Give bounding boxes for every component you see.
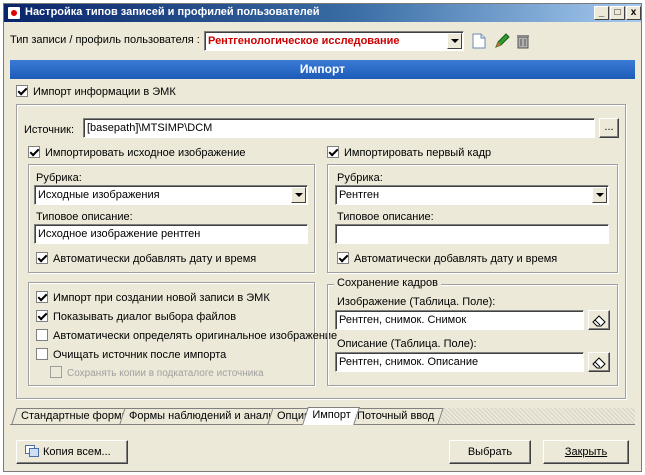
tab-stream-input[interactable]: Поточный ввод bbox=[347, 408, 444, 424]
right-auto-datetime-checkbox[interactable]: Автоматически добавлять дату и время bbox=[337, 252, 557, 265]
import-to-emk-checkbox[interactable]: Импорт информации в ЭМК bbox=[16, 85, 176, 98]
edit-pencil-icon[interactable] bbox=[494, 33, 510, 49]
keep-copies-checkbox: Сохранять копии в подкаталоге источника bbox=[50, 366, 264, 379]
source-label: Источник: bbox=[24, 124, 75, 136]
right-category-combo[interactable]: Рентген bbox=[335, 185, 609, 205]
checkbox-box bbox=[327, 146, 339, 158]
section-header-import: Импорт bbox=[10, 60, 635, 79]
tab-import[interactable]: Импорт bbox=[302, 407, 361, 425]
checkbox-box bbox=[16, 85, 28, 97]
checkbox-box bbox=[36, 310, 48, 322]
pick-image-field-button[interactable] bbox=[588, 310, 610, 330]
new-document-icon[interactable] bbox=[472, 33, 486, 49]
left-category-label: Рубрика: bbox=[36, 172, 82, 184]
description-field-input[interactable]: Рентген, снимок. Описание bbox=[335, 352, 584, 372]
pick-description-field-button[interactable] bbox=[588, 352, 610, 372]
left-description-input[interactable]: Исходное изображение рентген bbox=[34, 224, 308, 244]
source-path-input[interactable]: [basepath]\MTSIMP\DCM bbox=[83, 118, 595, 138]
eraser-icon bbox=[592, 357, 606, 369]
import-source-image-checkbox[interactable]: Импортировать исходное изображение bbox=[28, 146, 245, 159]
checkbox-box bbox=[36, 252, 48, 264]
record-type-value: Рентгенологическое исследование bbox=[208, 35, 400, 47]
right-description-label: Типовое описание: bbox=[337, 211, 434, 223]
close-window-button[interactable]: x bbox=[626, 6, 641, 20]
chevron-down-icon[interactable] bbox=[592, 187, 607, 203]
chevron-down-icon[interactable] bbox=[447, 33, 462, 49]
title-bar: Настройка типов записей и профилей польз… bbox=[4, 4, 641, 22]
eraser-icon bbox=[592, 315, 606, 327]
browse-button[interactable]: ... bbox=[599, 118, 619, 138]
show-file-dialog-checkbox[interactable]: Показывать диалог выбора файлов bbox=[36, 310, 236, 323]
checkbox-box bbox=[28, 146, 40, 158]
import-on-create-checkbox[interactable]: Импорт при создании новой записи в ЭМК bbox=[36, 291, 270, 304]
checkbox-box bbox=[50, 366, 62, 378]
window-title: Настройка типов записей и профилей польз… bbox=[25, 6, 320, 18]
record-type-label: Тип записи / профиль пользователя : bbox=[10, 34, 200, 46]
settings-window: Настройка типов записей и профилей польз… bbox=[3, 3, 642, 472]
checkbox-box bbox=[337, 252, 349, 264]
right-description-input[interactable] bbox=[335, 224, 609, 244]
left-category-value: Исходные изображения bbox=[38, 189, 160, 201]
description-field-label: Описание (Таблица. Поле): bbox=[337, 338, 477, 350]
select-button[interactable]: Выбрать bbox=[449, 440, 531, 464]
image-field-label: Изображение (Таблица. Поле): bbox=[337, 296, 496, 308]
chevron-down-icon[interactable] bbox=[291, 187, 306, 203]
right-category-label: Рубрика: bbox=[337, 172, 383, 184]
left-description-label: Типовое описание: bbox=[36, 211, 133, 223]
frames-group-title: Сохранение кадров bbox=[334, 277, 441, 289]
left-auto-datetime-checkbox[interactable]: Автоматически добавлять дату и время bbox=[36, 252, 256, 265]
tabs-filler bbox=[434, 408, 635, 424]
clear-source-checkbox[interactable]: Очищать источник после импорта bbox=[36, 348, 226, 361]
app-icon bbox=[7, 6, 21, 20]
checkbox-box bbox=[36, 348, 48, 360]
import-first-frame-checkbox[interactable]: Импортировать первый кадр bbox=[327, 146, 491, 159]
close-button[interactable]: Закрыть bbox=[543, 440, 629, 464]
left-category-combo[interactable]: Исходные изображения bbox=[34, 185, 308, 205]
checkbox-box bbox=[36, 291, 48, 303]
minimize-button[interactable]: _ bbox=[594, 6, 609, 20]
record-type-combo[interactable]: Рентгенологическое исследование bbox=[204, 31, 464, 51]
trash-icon[interactable] bbox=[516, 33, 530, 49]
right-category-value: Рентген bbox=[339, 189, 380, 201]
copy-icon bbox=[25, 445, 39, 457]
maximize-button[interactable]: □ bbox=[610, 6, 625, 20]
copy-to-all-button[interactable]: Копия всем... bbox=[16, 440, 128, 464]
checkbox-box bbox=[36, 329, 48, 341]
image-field-input[interactable]: Рентген, снимок. Снимок bbox=[335, 310, 584, 330]
auto-detect-original-checkbox[interactable]: Автоматически определять оригинальное из… bbox=[36, 329, 337, 342]
